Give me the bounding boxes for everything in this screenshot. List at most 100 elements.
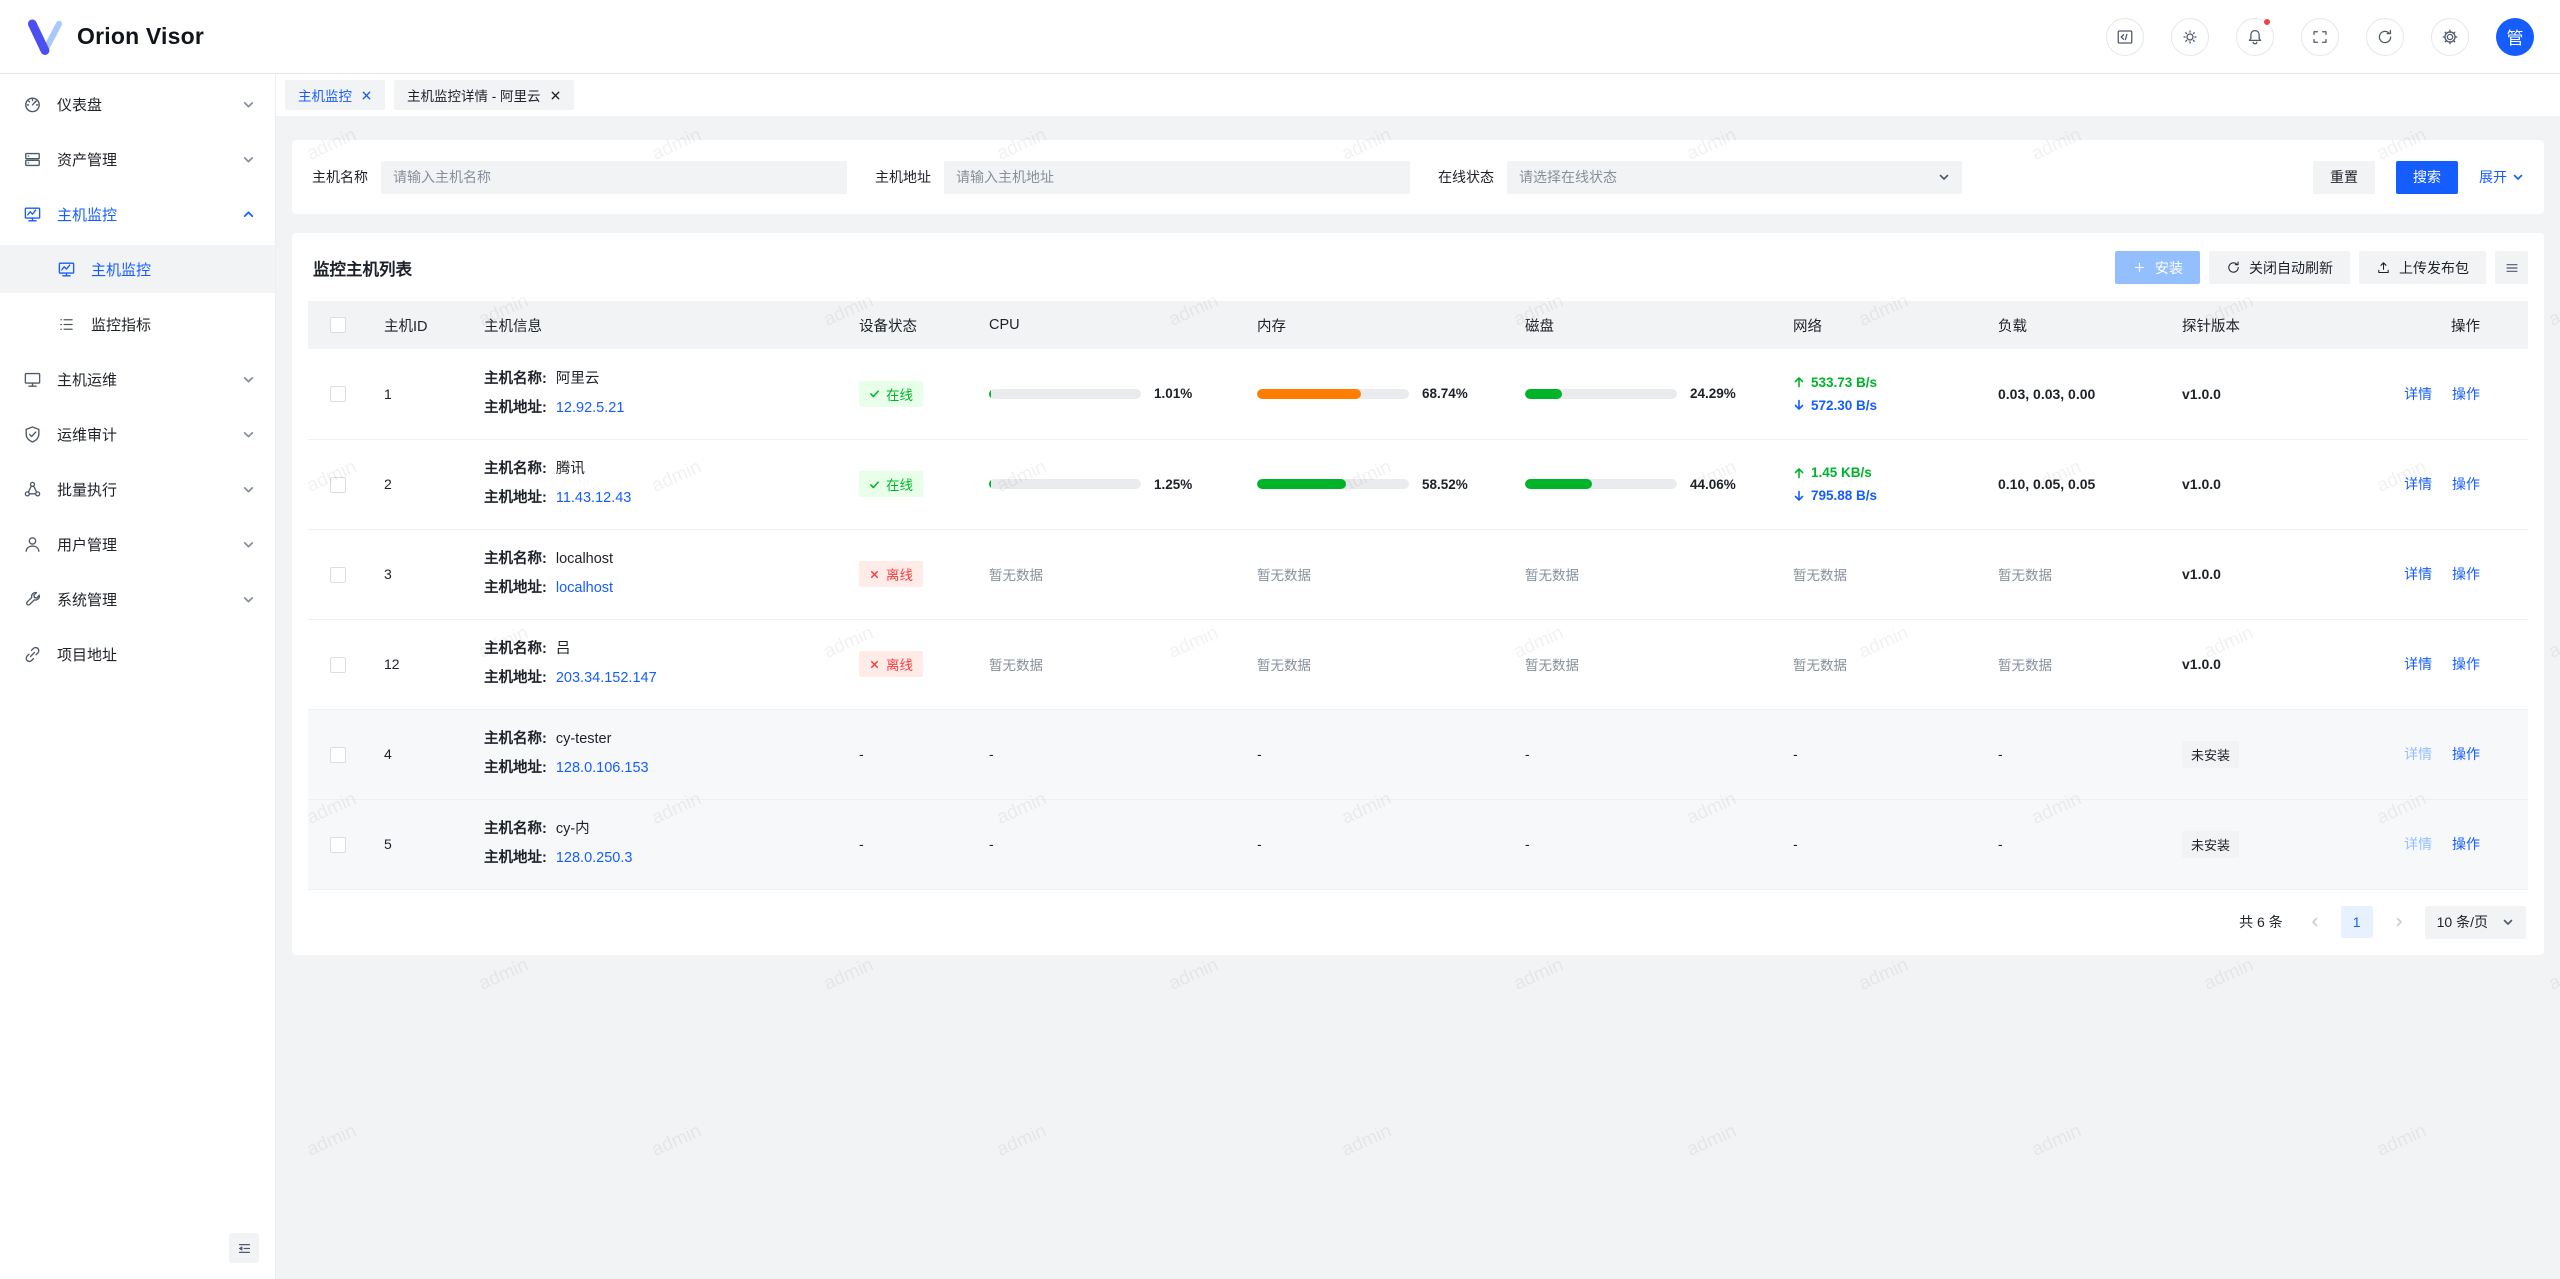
detail-link[interactable]: 详情	[2404, 386, 2432, 402]
pagination-next-button[interactable]	[2383, 906, 2415, 938]
row-checkbox[interactable]	[330, 567, 346, 583]
host-address-input[interactable]	[944, 161, 1410, 194]
header-actions: 管	[2106, 18, 2534, 56]
usage-bar: 68.74%	[1257, 386, 1493, 401]
sidebar-item-0[interactable]: 仪表盘	[0, 80, 275, 128]
sidebar-item-2[interactable]: 主机监控	[0, 190, 275, 238]
sidebar-item-4[interactable]: 监控指标	[0, 300, 275, 348]
chevron-down-icon	[242, 153, 255, 166]
sidebar-item-3[interactable]: 主机监控	[0, 245, 275, 293]
tab-1[interactable]: 主机监控详情 - 阿里云	[394, 80, 574, 110]
dashboard-icon	[23, 95, 42, 114]
notification-dot	[2262, 17, 2272, 27]
host-address-link[interactable]: 128.0.106.153	[556, 754, 649, 783]
install-button[interactable]: 安装	[2115, 251, 2200, 284]
host-address-link[interactable]: 203.34.152.147	[556, 664, 657, 693]
dash-text: -	[1525, 746, 1530, 762]
host-name: cy-内	[556, 815, 590, 844]
upload-button[interactable]: 上传发布包	[2359, 251, 2486, 284]
no-data-text: 暂无数据	[989, 658, 1043, 673]
detail-link[interactable]: 详情	[2404, 746, 2432, 762]
tab-0[interactable]: 主机监控	[285, 80, 385, 110]
row-checkbox[interactable]	[330, 837, 346, 853]
sidebar-item-8[interactable]: 用户管理	[0, 520, 275, 568]
sidebar-item-9[interactable]: 系统管理	[0, 575, 275, 623]
detail-link[interactable]: 详情	[2404, 836, 2432, 852]
column-settings-button[interactable]	[2495, 251, 2528, 284]
detail-link[interactable]: 详情	[2404, 656, 2432, 672]
detail-link[interactable]: 详情	[2404, 476, 2432, 492]
operation-link[interactable]: 操作	[2452, 656, 2480, 672]
asset-icon	[23, 150, 42, 169]
online-status-select[interactable]: 请选择在线状态	[1507, 161, 1962, 194]
page-size-select[interactable]: 10 条/页	[2425, 906, 2526, 939]
sidebar-item-5[interactable]: 主机运维	[0, 355, 275, 403]
dash-text: -	[859, 746, 864, 762]
dash-text: -	[1793, 836, 1798, 852]
usage-percent: 44.06%	[1690, 477, 1736, 492]
probe-version: v1.0.0	[2182, 386, 2221, 402]
pagination-page-1[interactable]: 1	[2341, 906, 2373, 938]
avatar[interactable]: 管	[2496, 18, 2534, 56]
pagination: 共 6 条 1 10 条/页	[308, 906, 2528, 939]
bell-button[interactable]	[2236, 18, 2274, 56]
usage-percent: 58.52%	[1422, 477, 1468, 492]
table-row-2: 3 主机名称:localhost 主机地址:localhost 离线暂无数据暂无…	[308, 529, 2528, 619]
host-addr-label: 主机地址:	[484, 754, 547, 783]
operation-link[interactable]: 操作	[2452, 476, 2480, 492]
sidebar-item-10[interactable]: 项目地址	[0, 630, 275, 678]
tab-bar: 主机监控 主机监控详情 - 阿里云	[276, 74, 2560, 116]
sidebar-item-6[interactable]: 运维审计	[0, 410, 275, 458]
no-data-text: 暂无数据	[1793, 568, 1847, 583]
row-checkbox[interactable]	[330, 477, 346, 493]
card-title: 监控主机列表	[313, 256, 412, 280]
operation-link[interactable]: 操作	[2452, 566, 2480, 582]
refresh-button[interactable]	[2366, 18, 2404, 56]
operation-link[interactable]: 操作	[2452, 746, 2480, 762]
sidebar-item-label: 用户管理	[57, 534, 242, 555]
expand-toggle[interactable]: 展开	[2479, 167, 2524, 187]
host-address-link[interactable]: 11.43.12.43	[556, 484, 632, 513]
logo[interactable]: Orion Visor	[24, 16, 204, 58]
code-icon	[2116, 28, 2134, 46]
usage-percent: 68.74%	[1422, 386, 1468, 401]
theme-button[interactable]	[2171, 18, 2209, 56]
online-status-label: 在线状态	[1438, 167, 1494, 187]
tab-label: 主机监控	[298, 85, 352, 105]
sidebar-item-label: 批量执行	[57, 479, 242, 500]
chevron-right-icon	[2393, 916, 2405, 928]
monitor-chart-icon	[57, 260, 76, 279]
row-checkbox[interactable]	[330, 747, 346, 763]
chevron-down-icon	[242, 483, 255, 496]
chevron-left-icon	[2309, 916, 2321, 928]
operation-link[interactable]: 操作	[2452, 836, 2480, 852]
link-icon	[23, 645, 42, 664]
search-button[interactable]: 搜索	[2396, 161, 2458, 194]
usage-bar: 1.25%	[989, 477, 1225, 492]
fullscreen-button[interactable]	[2301, 18, 2339, 56]
select-all-checkbox[interactable]	[330, 317, 346, 333]
operation-link[interactable]: 操作	[2452, 386, 2480, 402]
sidebar-collapse-button[interactable]	[229, 1233, 259, 1263]
row-checkbox[interactable]	[330, 657, 346, 673]
auto-refresh-button[interactable]: 关闭自动刷新	[2209, 251, 2350, 284]
detail-link[interactable]: 详情	[2404, 566, 2432, 582]
tab-close-icon[interactable]	[550, 90, 561, 101]
settings-button[interactable]	[2431, 18, 2469, 56]
no-data-text: 暂无数据	[1998, 568, 2052, 583]
reset-button[interactable]: 重置	[2313, 161, 2375, 194]
host-address-link[interactable]: 128.0.250.3	[556, 844, 633, 873]
code-button[interactable]	[2106, 18, 2144, 56]
host-name: localhost	[556, 545, 613, 574]
host-name: 吕	[556, 635, 571, 664]
row-checkbox[interactable]	[330, 386, 346, 402]
tab-close-icon[interactable]	[361, 90, 372, 101]
host-address-link[interactable]: localhost	[556, 574, 613, 603]
sidebar-item-1[interactable]: 资产管理	[0, 135, 275, 183]
sidebar-item-7[interactable]: 批量执行	[0, 465, 275, 513]
pagination-prev-button[interactable]	[2299, 906, 2331, 938]
filter-actions: 重置 搜索 展开	[2313, 161, 2524, 194]
host-name-input[interactable]	[381, 161, 847, 194]
host-address-link[interactable]: 12.92.5.21	[556, 394, 625, 423]
filter-fields: 主机名称主机地址在线状态请选择在线状态	[312, 161, 1990, 194]
